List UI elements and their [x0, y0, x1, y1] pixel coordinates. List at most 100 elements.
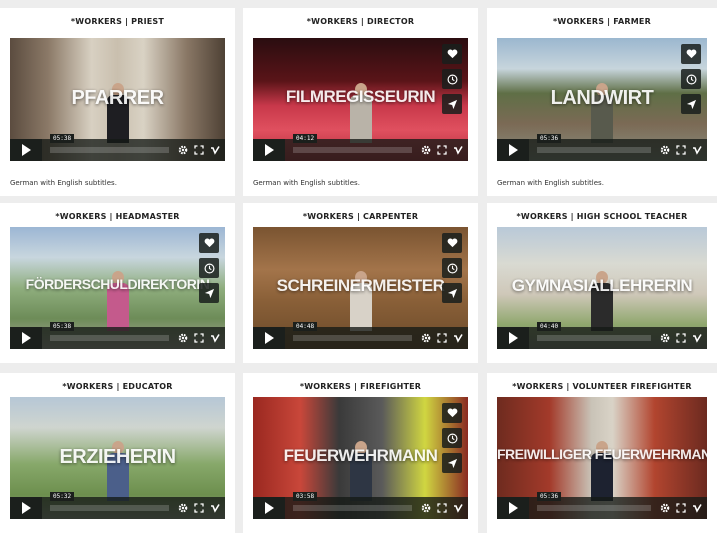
progress-bar[interactable]: 04:12 [293, 134, 412, 153]
share-button[interactable] [442, 283, 462, 303]
fullscreen-button[interactable] [675, 332, 687, 344]
clock-icon [447, 433, 457, 443]
share-button[interactable] [681, 94, 701, 114]
progress-bar[interactable]: 05:32 [50, 492, 169, 511]
progress-bar[interactable]: 05:38 [50, 322, 169, 341]
vimeo-icon [211, 146, 220, 155]
video-player[interactable]: FILMREGISSEURIN 04:12 [253, 38, 468, 161]
player-controls: 05:38 [10, 322, 225, 349]
fullscreen-button[interactable] [675, 144, 687, 156]
settings-button[interactable] [659, 144, 671, 156]
gear-icon [178, 503, 188, 513]
play-button[interactable] [497, 327, 529, 349]
settings-button[interactable] [177, 144, 189, 156]
like-button[interactable] [442, 233, 462, 253]
vimeo-icon [211, 504, 220, 513]
watch-later-button[interactable] [442, 69, 462, 89]
play-button[interactable] [497, 139, 529, 161]
video-player[interactable]: FEUERWEHRMANN 03:58 [253, 397, 468, 519]
video-player[interactable]: FÖRDERSCHULDIREKTORIN 05:38 [10, 227, 225, 349]
video-player[interactable]: ERZIEHERIN 05:32 [10, 397, 225, 519]
gear-icon [421, 503, 431, 513]
settings-button[interactable] [177, 332, 189, 344]
paper-plane-icon [447, 288, 457, 298]
player-controls: 04:12 [253, 134, 468, 161]
watch-later-button[interactable] [199, 258, 219, 278]
watch-later-button[interactable] [681, 69, 701, 89]
card-title: *WORKERS | HEADMASTER [55, 212, 180, 221]
vimeo-logo-button[interactable] [452, 144, 464, 156]
progress-bar[interactable]: 05:36 [537, 134, 651, 153]
fullscreen-button[interactable] [436, 502, 448, 514]
heart-icon [447, 408, 457, 418]
fullscreen-button[interactable] [193, 144, 205, 156]
video-player[interactable]: SCHREINERMEISTER 04:48 [253, 227, 468, 349]
gear-icon [660, 503, 670, 513]
like-button[interactable] [442, 403, 462, 423]
card-title: *WORKERS | FARMER [553, 17, 651, 26]
vimeo-logo-button[interactable] [209, 332, 221, 344]
vimeo-icon [454, 146, 463, 155]
vimeo-icon [211, 334, 220, 343]
paper-plane-icon [447, 99, 457, 109]
vimeo-logo-button[interactable] [209, 502, 221, 514]
settings-button[interactable] [420, 332, 432, 344]
video-player[interactable]: FREIWILLIGER FEUERWEHRMANN 05:36 [497, 397, 707, 519]
share-button[interactable] [442, 94, 462, 114]
video-grid: *WORKERS | PRIEST PFARRER 05:38 German w… [0, 0, 717, 533]
progress-bar[interactable]: 03:58 [293, 492, 412, 511]
play-button[interactable] [10, 327, 42, 349]
gear-icon [421, 145, 431, 155]
progress-bar[interactable]: 05:38 [50, 134, 169, 153]
share-button[interactable] [442, 453, 462, 473]
progress-bar[interactable]: 04:48 [293, 322, 412, 341]
vimeo-logo-button[interactable] [452, 502, 464, 514]
player-controls: 03:58 [253, 492, 468, 519]
vimeo-logo-button[interactable] [691, 332, 703, 344]
player-controls: 05:32 [10, 492, 225, 519]
settings-button[interactable] [659, 332, 671, 344]
share-button[interactable] [199, 283, 219, 303]
fullscreen-button[interactable] [436, 144, 448, 156]
play-icon [264, 332, 274, 344]
watch-later-button[interactable] [442, 258, 462, 278]
settings-button[interactable] [659, 502, 671, 514]
play-button[interactable] [253, 327, 285, 349]
settings-button[interactable] [177, 502, 189, 514]
like-button[interactable] [199, 233, 219, 253]
like-button[interactable] [442, 44, 462, 64]
vimeo-logo-button[interactable] [452, 332, 464, 344]
play-icon [508, 144, 518, 156]
vimeo-logo-button[interactable] [209, 144, 221, 156]
fullscreen-icon [194, 503, 204, 513]
video-duration: 03:58 [293, 492, 318, 501]
vimeo-logo-button[interactable] [691, 144, 703, 156]
fullscreen-icon [676, 333, 686, 343]
vimeo-icon [454, 504, 463, 513]
play-button[interactable] [10, 139, 42, 161]
watch-later-button[interactable] [442, 428, 462, 448]
play-button[interactable] [253, 497, 285, 519]
play-button[interactable] [10, 497, 42, 519]
fullscreen-button[interactable] [675, 502, 687, 514]
play-button[interactable] [253, 139, 285, 161]
video-card: *WORKERS | HEADMASTER FÖRDERSCHULDIREKTO… [0, 203, 235, 363]
vimeo-icon [693, 504, 702, 513]
fullscreen-button[interactable] [436, 332, 448, 344]
video-player[interactable]: PFARRER 05:38 [10, 38, 225, 161]
like-button[interactable] [681, 44, 701, 64]
fullscreen-icon [194, 145, 204, 155]
heart-icon [204, 238, 214, 248]
settings-button[interactable] [420, 144, 432, 156]
video-card: *WORKERS | FARMER LANDWIRT 05:36 German … [487, 8, 717, 196]
settings-button[interactable] [420, 502, 432, 514]
fullscreen-button[interactable] [193, 502, 205, 514]
progress-bar[interactable]: 04:40 [537, 322, 651, 341]
fullscreen-button[interactable] [193, 332, 205, 344]
video-player[interactable]: LANDWIRT 05:36 [497, 38, 707, 161]
video-overlay-title: GYMNASIALLEHRERIN [511, 275, 693, 295]
play-button[interactable] [497, 497, 529, 519]
progress-bar[interactable]: 05:36 [537, 492, 651, 511]
video-player[interactable]: GYMNASIALLEHRERIN 04:40 [497, 227, 707, 349]
vimeo-logo-button[interactable] [691, 502, 703, 514]
